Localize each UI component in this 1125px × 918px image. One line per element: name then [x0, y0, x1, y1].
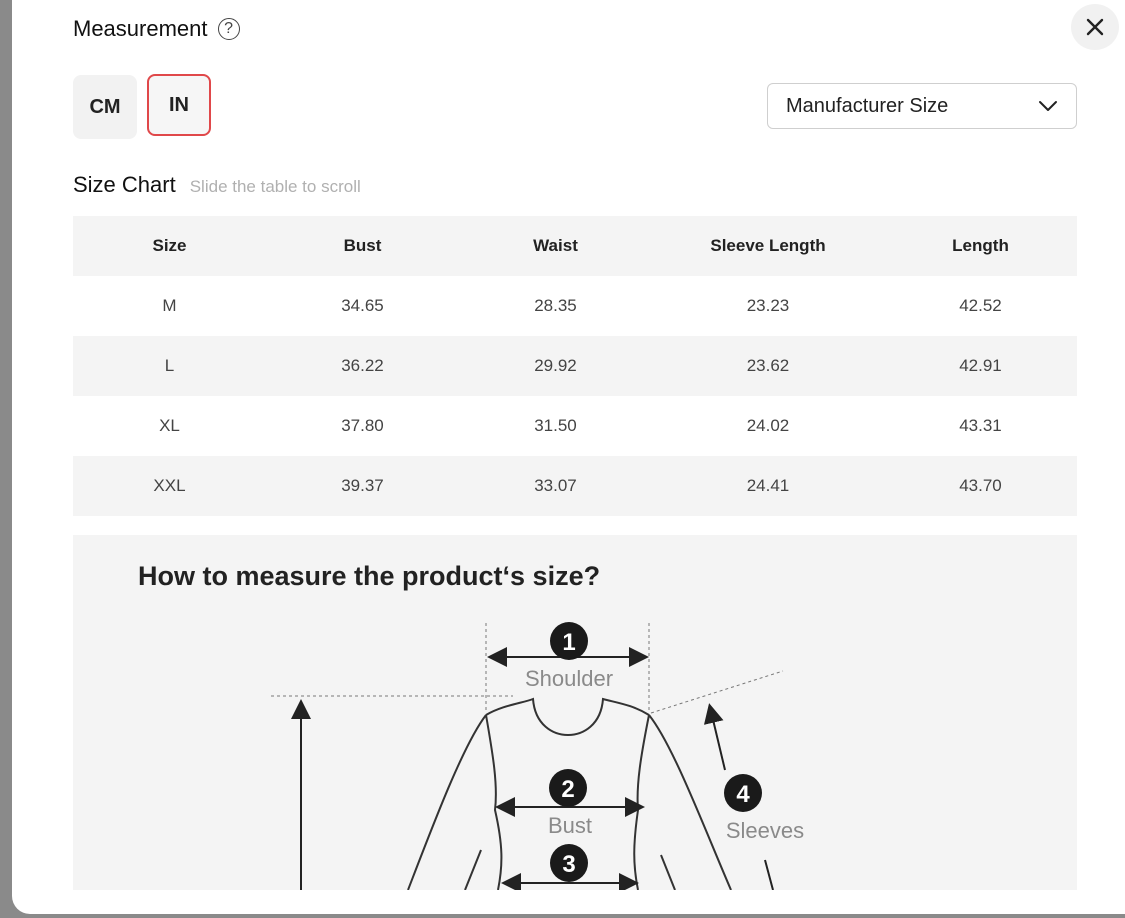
table-cell: XXL — [153, 476, 186, 495]
guide-number-2: 2 — [561, 776, 574, 803]
table-cell: XL — [159, 416, 180, 435]
table-cell: L — [164, 356, 175, 375]
table-row: M 34.65 28.35 23.23 42.52 — [73, 276, 1077, 336]
size-chart-heading: Size Chart Slide the table to scroll — [73, 172, 361, 198]
table-cell: 31.50 — [534, 416, 577, 435]
guide-number-3: 3 — [562, 851, 575, 878]
table-cell: 42.91 — [959, 356, 1002, 375]
table-cell: 33.07 — [534, 476, 577, 495]
column-header: Bust — [343, 236, 382, 255]
table-cell: M — [162, 296, 177, 315]
measurement-guide-image: How to measure the product‘s size? 1 2 3… — [73, 535, 1077, 890]
unit-cm-button[interactable]: CM — [73, 75, 137, 139]
table-cell: 42.52 — [959, 296, 1002, 315]
scroll-hint: Slide the table to scroll — [189, 177, 361, 196]
column-header: Sleeve Length — [710, 236, 826, 255]
table-cell: 39.37 — [341, 476, 384, 495]
table-cell: 43.70 — [959, 476, 1002, 495]
table-cell: 34.65 — [341, 296, 384, 315]
column-header: Waist — [533, 236, 578, 255]
guide-number-4: 4 — [736, 781, 750, 808]
modal-header: Measurement ? — [73, 16, 240, 42]
close-button[interactable] — [1071, 4, 1119, 50]
table-cell: 23.62 — [746, 356, 790, 375]
unit-in-button[interactable]: IN — [147, 74, 211, 136]
help-icon[interactable]: ? — [217, 18, 240, 40]
table-row: XXL 39.37 33.07 24.41 43.70 — [73, 456, 1077, 516]
table-cell: 43.31 — [959, 416, 1002, 435]
garment-diagram: 1 2 3 4 Shoulder Bust Sleeves — [271, 622, 804, 890]
table-cell: 24.41 — [746, 476, 790, 495]
table-cell: 23.23 — [746, 296, 790, 315]
bust-label: Bust — [548, 813, 592, 838]
modal-title: Measurement — [73, 16, 208, 41]
size-chart-title: Size Chart — [73, 172, 176, 197]
size-table[interactable]: Size Bust Waist Sleeve Length Length M 3… — [73, 216, 1077, 516]
close-icon — [1086, 18, 1104, 36]
size-type-select[interactable]: Manufacturer Size — [767, 83, 1077, 129]
table-cell: 29.92 — [534, 356, 577, 375]
guide-number-1: 1 — [562, 629, 575, 656]
measurement-modal: Measurement ? CM IN Manufacturer Size Si… — [12, 0, 1125, 914]
table-cell: 24.02 — [746, 416, 790, 435]
chevron-down-icon — [1039, 101, 1057, 111]
shoulder-label: Shoulder — [525, 666, 613, 691]
table-row: XL 37.80 31.50 24.02 43.31 — [73, 396, 1077, 456]
table-cell: 37.80 — [341, 416, 384, 435]
table-cell: 28.35 — [534, 296, 577, 315]
size-type-value: Manufacturer Size — [786, 94, 949, 117]
table-cell: 36.22 — [341, 356, 384, 375]
sleeves-label: Sleeves — [726, 818, 804, 843]
column-header: Size — [152, 236, 187, 255]
table-header-row: Size Bust Waist Sleeve Length Length — [73, 216, 1077, 276]
table-row: L 36.22 29.92 23.62 42.91 — [73, 336, 1077, 396]
column-header: Length — [952, 236, 1009, 255]
